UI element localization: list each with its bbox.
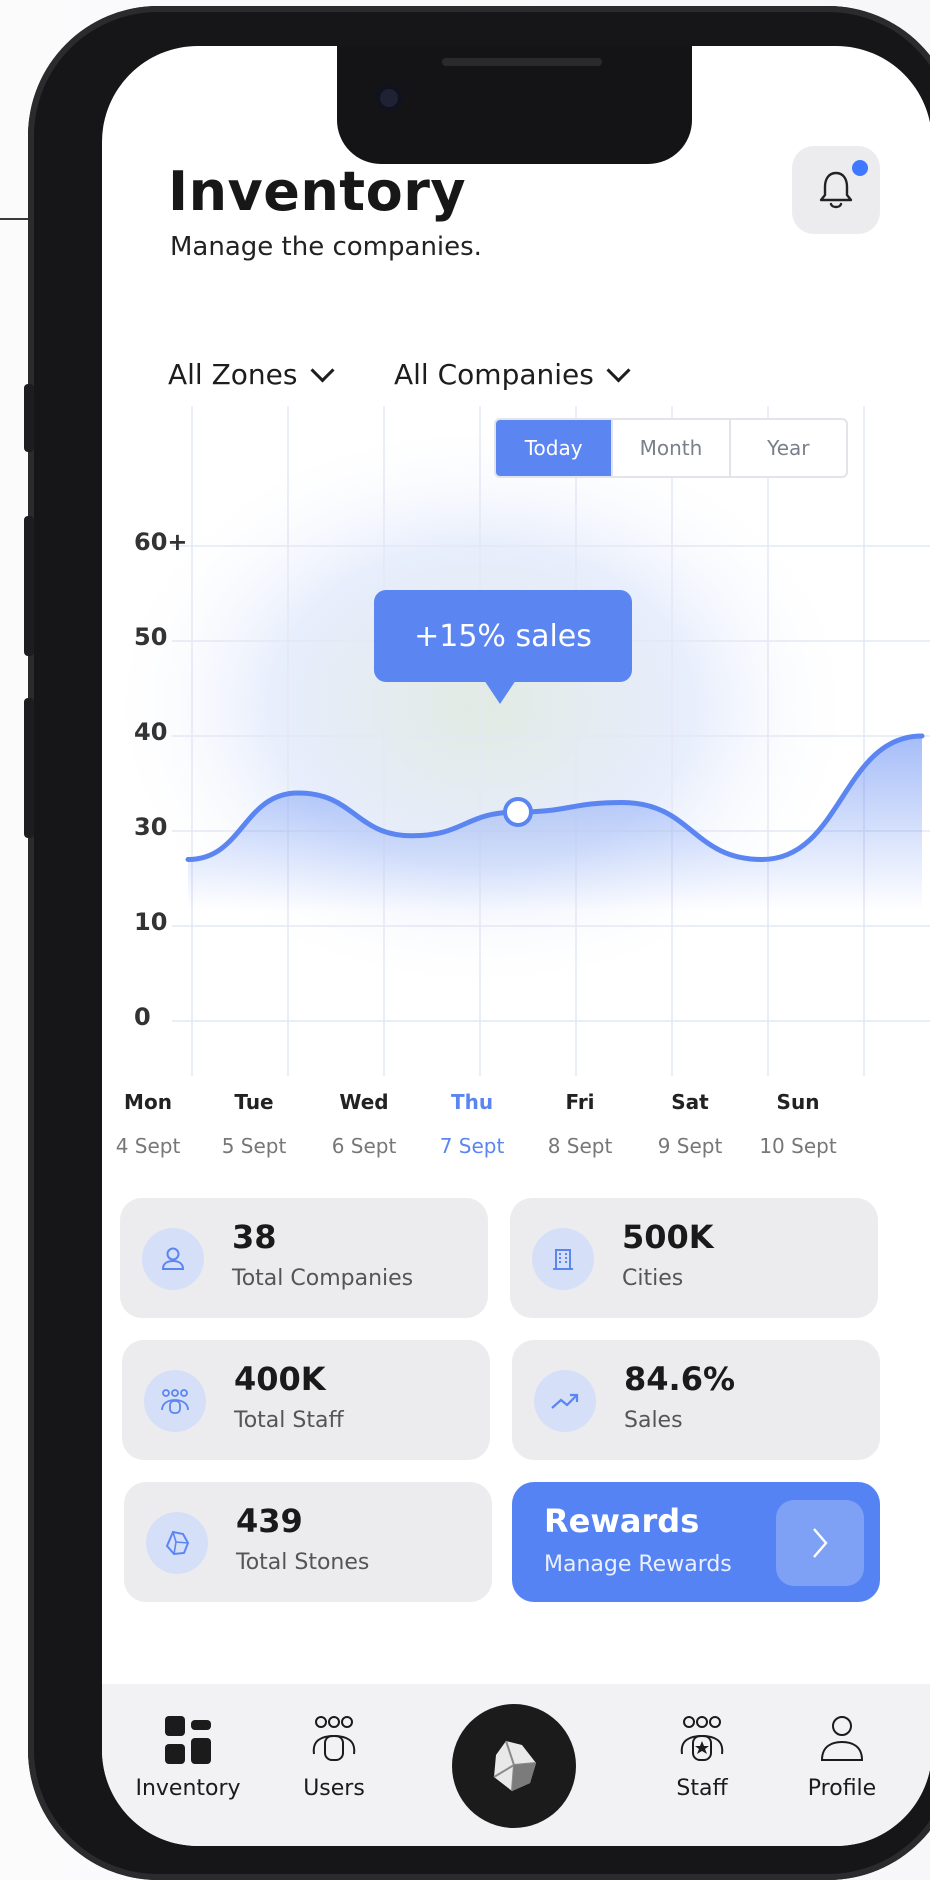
- stat-label: Total Staff: [234, 1408, 344, 1433]
- y-tick-label: 30: [134, 813, 168, 841]
- x-tick-date: 8 Sept: [547, 1134, 613, 1158]
- y-tick-label: 50: [134, 623, 168, 651]
- chevron-down-icon: [309, 358, 335, 383]
- notch: [337, 46, 692, 164]
- stat-value: 500K: [622, 1218, 714, 1256]
- chevron-down-icon: [606, 358, 631, 383]
- x-tick-day: Tue: [234, 1090, 274, 1114]
- screen: Inventory Manage the companies. All Zone…: [102, 46, 930, 1846]
- speaker: [442, 58, 602, 66]
- x-tick-date: 10 Sept: [759, 1134, 837, 1158]
- tab-year[interactable]: Year: [731, 420, 846, 476]
- rewards-open-button[interactable]: [776, 1500, 864, 1586]
- sales-chart: [102, 406, 930, 1076]
- nav-inventory[interactable]: Inventory: [128, 1714, 248, 1846]
- user-icon: [142, 1228, 204, 1290]
- x-tick-date: 6 Sept: [331, 1134, 397, 1158]
- profile-icon: [820, 1716, 864, 1761]
- y-tick-label: 40: [134, 718, 168, 746]
- stat-value: 38: [232, 1218, 277, 1256]
- phone-frame: Inventory Manage the companies. All Zone…: [24, 6, 930, 1880]
- nav-staff[interactable]: Staff: [642, 1714, 762, 1846]
- rewards-subtitle: Manage Rewards: [544, 1552, 732, 1577]
- nav-label: Staff: [676, 1776, 728, 1801]
- rewards-title: Rewards: [544, 1502, 700, 1540]
- stat-card-staff[interactable]: 400K Total Staff: [122, 1340, 490, 1460]
- camera: [375, 84, 403, 112]
- y-tick-label: 60+: [134, 528, 188, 556]
- stat-value: 439: [236, 1502, 303, 1540]
- stat-label: Total Companies: [232, 1266, 414, 1291]
- sales-tooltip: +15% sales: [374, 590, 632, 704]
- stat-label: Total Stones: [236, 1550, 370, 1575]
- x-tick-date: 9 Sept: [657, 1134, 723, 1158]
- grid-icon: [165, 1716, 211, 1764]
- period-selector[interactable]: Today Month Year: [494, 418, 848, 478]
- x-tick-date: 4 Sept: [115, 1134, 181, 1158]
- highlight-point[interactable]: [503, 797, 533, 827]
- companies-dropdown[interactable]: All Companies: [394, 358, 631, 391]
- stat-card-stones[interactable]: 439 Total Stones: [124, 1482, 492, 1602]
- nav-profile[interactable]: Profile: [782, 1714, 902, 1846]
- x-tick-date: 7 Sept: [439, 1134, 505, 1158]
- bell-icon: [819, 171, 853, 209]
- y-tick-label: 10: [134, 908, 168, 936]
- side-button: [24, 384, 34, 452]
- companies-label: All Companies: [394, 358, 594, 391]
- center-action-button[interactable]: [452, 1704, 576, 1828]
- nav-users[interactable]: Users: [274, 1714, 394, 1846]
- trend-up-icon: [534, 1370, 596, 1432]
- stat-card-companies[interactable]: 38 Total Companies: [120, 1198, 488, 1318]
- x-tick-date: 5 Sept: [221, 1134, 287, 1158]
- stat-label: Cities: [622, 1266, 684, 1291]
- stat-card-sales[interactable]: 84.6% Sales: [512, 1340, 880, 1460]
- nav-label: Users: [303, 1776, 365, 1801]
- stone-icon: [146, 1512, 208, 1574]
- stone-icon: [493, 1740, 537, 1792]
- chevron-right-icon: [813, 1528, 828, 1558]
- side-button: [24, 516, 34, 656]
- bottom-nav: Inventory Users Staff Profile: [102, 1684, 930, 1846]
- stat-value: 400K: [234, 1360, 326, 1398]
- team-icon: [144, 1370, 206, 1432]
- x-tick-day: Wed: [339, 1090, 389, 1114]
- users-icon: [312, 1716, 356, 1761]
- side-button: [24, 698, 34, 838]
- x-tick-day: Mon: [124, 1090, 172, 1114]
- staff-icon: [680, 1716, 724, 1761]
- y-tick-label: 0: [134, 1003, 151, 1031]
- nav-label: Inventory: [135, 1776, 241, 1801]
- stat-card-cities[interactable]: 500K Cities: [510, 1198, 878, 1318]
- stat-value: 84.6%: [624, 1360, 736, 1398]
- rewards-card[interactable]: Rewards Manage Rewards: [512, 1482, 880, 1602]
- building-icon: [532, 1228, 594, 1290]
- stat-label: Sales: [624, 1408, 683, 1433]
- x-tick-day: Sun: [776, 1090, 820, 1114]
- notification-dot: [852, 160, 868, 176]
- x-tick-day: Sat: [671, 1090, 709, 1114]
- page-title: Inventory: [168, 160, 467, 223]
- nav-label: Profile: [807, 1776, 877, 1801]
- tab-month[interactable]: Month: [613, 420, 731, 476]
- notification-button[interactable]: [792, 146, 880, 234]
- page-subtitle: Manage the companies.: [170, 232, 482, 262]
- x-tick-day: Fri: [565, 1090, 595, 1114]
- x-tick-day: Thu: [450, 1090, 494, 1114]
- zones-dropdown[interactable]: All Zones: [168, 358, 335, 391]
- tab-today[interactable]: Today: [496, 420, 614, 476]
- zones-label: All Zones: [168, 358, 298, 391]
